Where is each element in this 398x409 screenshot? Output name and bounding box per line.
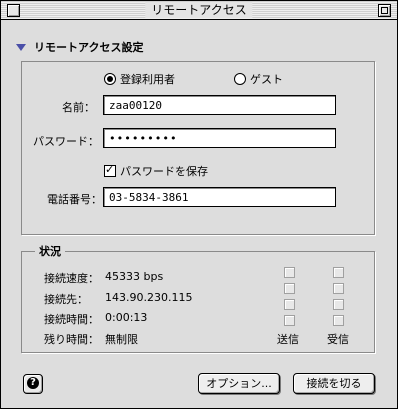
section-header[interactable]: リモートアクセス設定 [16,39,143,55]
remaining-time-label: 残り時間： [44,333,99,346]
phone-label: 電話番号： [47,193,102,206]
send-indicator [284,283,295,294]
send-indicator [284,299,295,310]
send-indicator [284,267,295,278]
phone-field[interactable]: 03-5834-3861 [103,187,336,207]
receive-indicator [333,299,344,310]
zoom-box[interactable] [378,4,391,17]
connect-time-value: 0:00:13 [105,311,148,324]
registered-user-label: 登録利用者 [120,73,175,86]
speed-value: 45333 bps [105,270,164,283]
help-button[interactable]: ? [23,374,43,394]
close-box[interactable] [7,4,20,17]
options-button[interactable]: オプション... [198,373,280,394]
receive-label: 受信 [327,333,349,346]
help-icon: ? [27,377,39,389]
receive-indicator [333,315,344,326]
radio-unselected-icon [234,73,246,85]
receive-indicator [333,267,344,278]
send-indicator [284,315,295,326]
registered-user-radio[interactable]: 登録利用者 [104,71,175,87]
remaining-time-value: 無制限 [105,333,138,346]
send-label: 送信 [277,333,299,346]
name-label: 名前： [62,101,95,114]
receive-indicator [333,283,344,294]
disconnect-button[interactable]: 接続を切る [293,373,375,394]
connect-time-label: 接続時間： [44,313,99,326]
title-bar[interactable]: リモートアクセス [1,1,397,20]
password-label: パスワード： [33,135,99,148]
guest-radio[interactable]: ゲスト [234,71,283,87]
destination-label: 接続先： [44,293,88,306]
save-password-checkbox[interactable]: パスワードを保存 [104,163,208,179]
window-title: リモートアクセス [145,2,253,18]
checkbox-checked-icon [104,163,116,177]
status-title: 状況 [35,243,65,259]
save-password-label: パスワードを保存 [120,165,208,178]
section-title: リモートアクセス設定 [34,41,144,54]
zoom-box-inner [381,7,388,14]
remote-access-window: リモートアクセス リモートアクセス設定 登録利用者 ゲスト 名前： zaa001… [0,0,398,409]
guest-label: ゲスト [250,73,283,86]
destination-value: 143.90.230.115 [105,291,193,304]
radio-selected-icon [104,73,116,85]
password-field[interactable]: ••••••••• [103,128,336,148]
name-field[interactable]: zaa00120 [103,95,336,115]
disclosure-triangle-icon[interactable] [16,43,26,51]
speed-label: 接続速度： [44,272,99,285]
